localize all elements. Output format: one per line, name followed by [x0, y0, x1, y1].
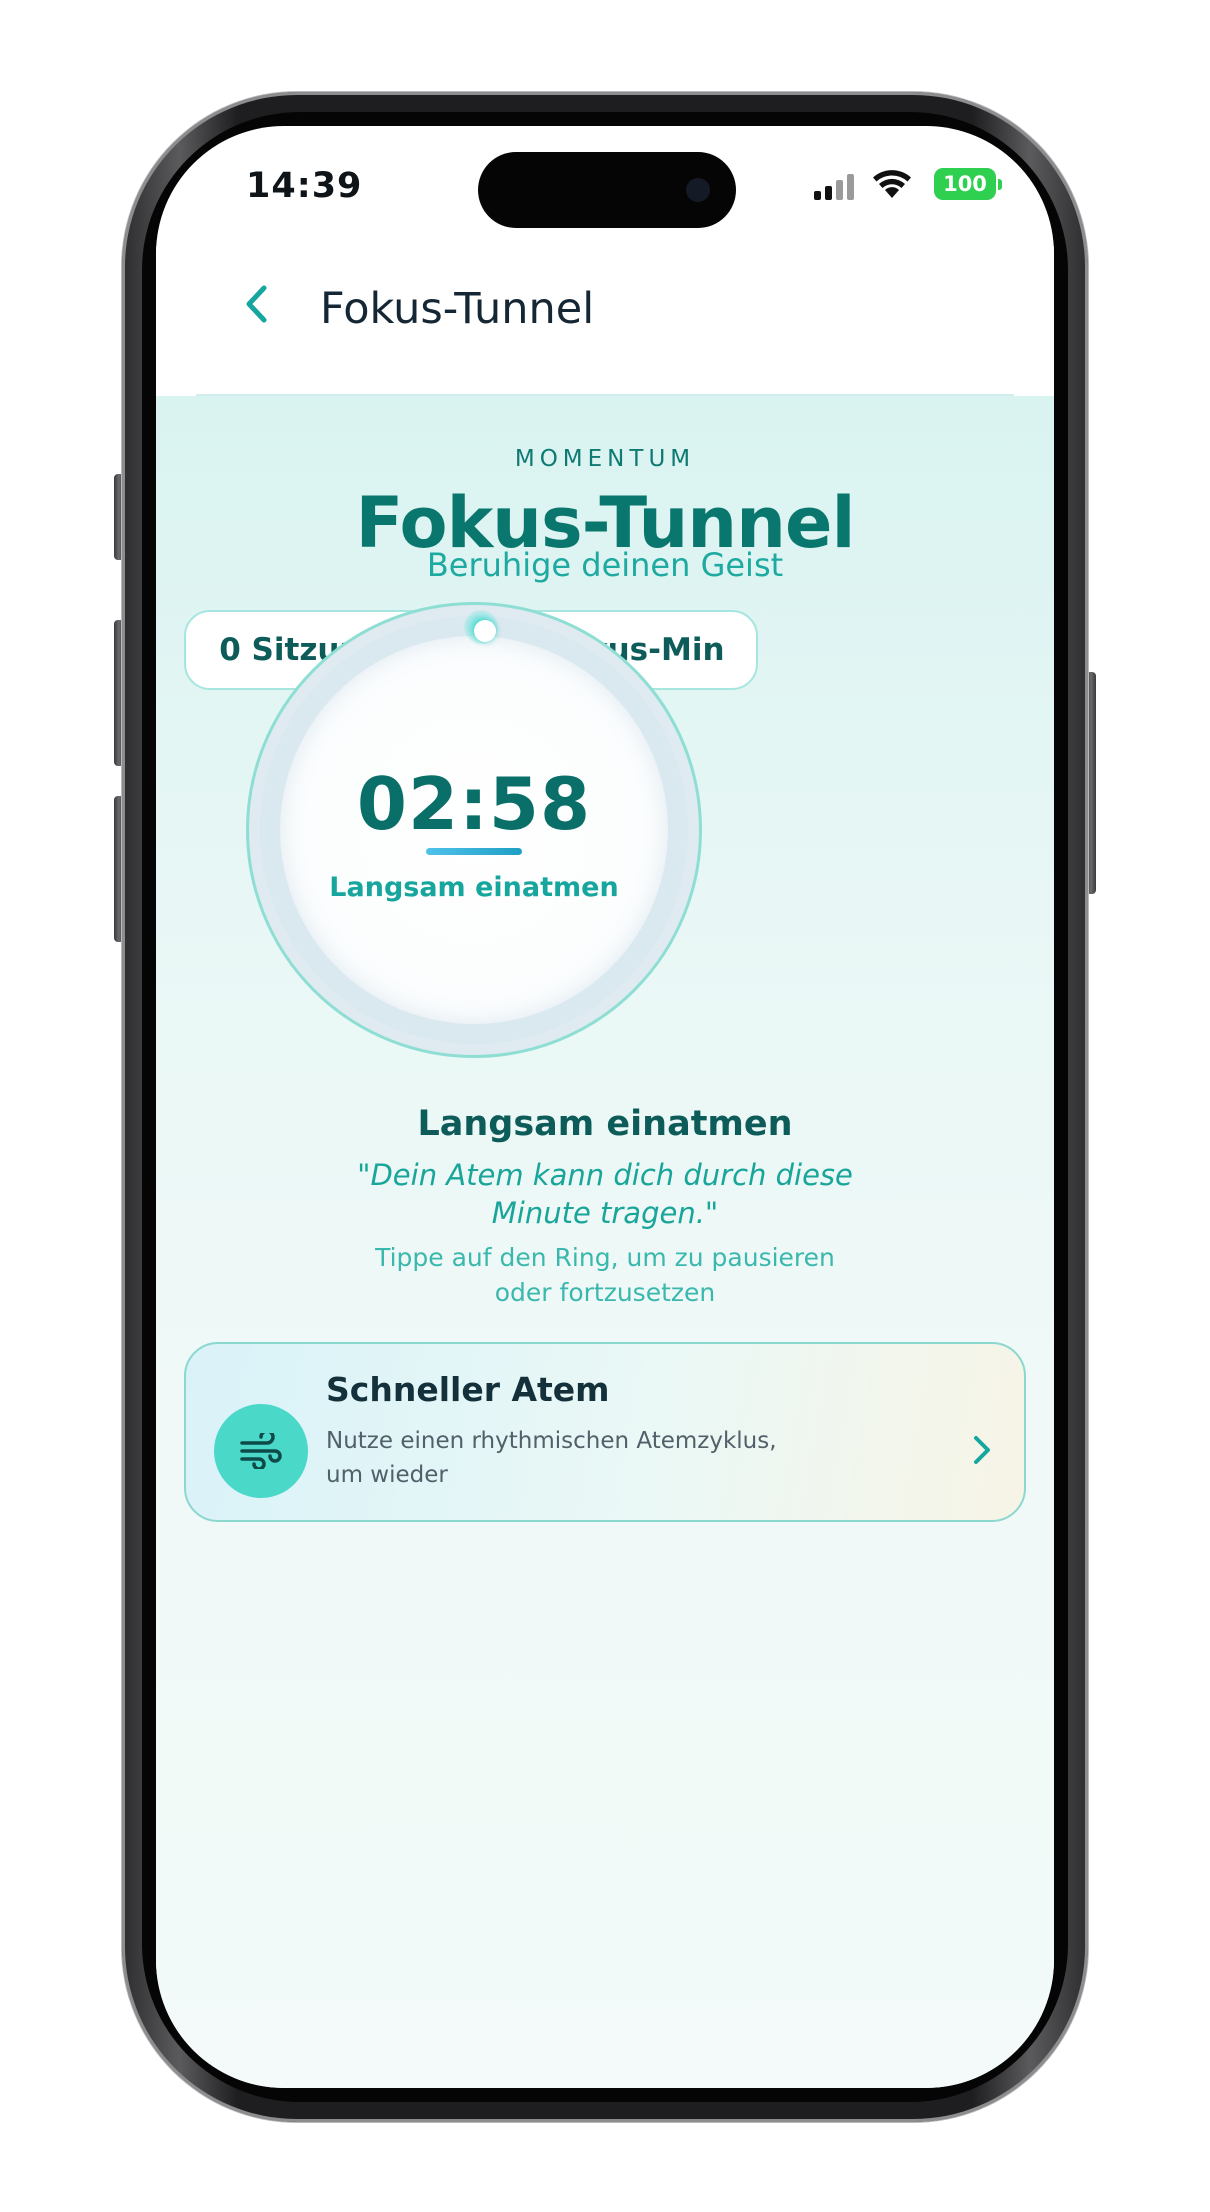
- hint-text: Tippe auf den Ring, um zu pausieren oder…: [375, 1243, 835, 1307]
- ring-phase-label: Langsam einatmen: [329, 872, 619, 903]
- overline-label: MOMENTUM: [514, 446, 696, 472]
- back-button[interactable]: [236, 276, 276, 332]
- dynamic-island: [478, 152, 736, 228]
- phase-heading: Langsam einatmen: [417, 1104, 793, 1144]
- page-subtitle: Beruhige deinen Geist: [426, 546, 784, 584]
- nav-header: [156, 246, 1054, 386]
- chevron-left-icon: [246, 285, 267, 323]
- wind-icon: [240, 1433, 282, 1469]
- header-divider: [196, 394, 1014, 396]
- card-title: Schneller Atem: [326, 1370, 610, 1409]
- quote-text: "Dein Atem kann dich durch diese Minute …: [357, 1158, 853, 1230]
- phone-screen: 14:39 100 Fokus-Tunnel MOMENTUM Fokus-Tu…: [156, 126, 1054, 2088]
- battery-indicator: 100: [934, 168, 1002, 200]
- exercise-card[interactable]: Schneller Atem Nutze einen rhythmischen …: [184, 1342, 1026, 1522]
- card-description: Nutze einen rhythmischen Atemzyklus, um …: [326, 1428, 777, 1488]
- status-time: 14:39: [246, 166, 363, 206]
- header-title: Fokus-Tunnel: [320, 284, 595, 334]
- card-icon-circle: [214, 1404, 308, 1498]
- timer-underline: [426, 848, 522, 855]
- camera-icon: [686, 178, 710, 202]
- wifi-icon: [873, 170, 911, 198]
- progress-knob: [474, 620, 496, 642]
- timer-display: 02:58: [356, 762, 592, 846]
- chevron-right-icon: [974, 1436, 990, 1464]
- signal-icon: [814, 174, 858, 200]
